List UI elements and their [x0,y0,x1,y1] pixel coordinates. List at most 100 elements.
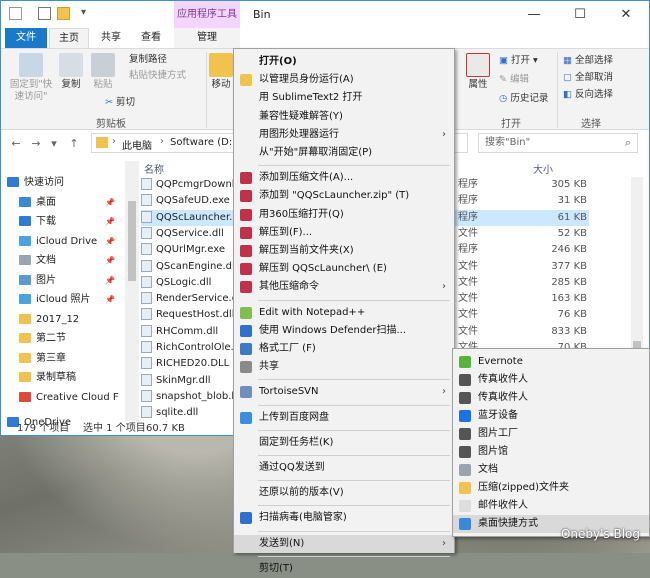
nav-item[interactable]: 桌面 📌 [1,193,139,212]
context-menu-item[interactable]: 共享 [234,358,454,376]
tab-share[interactable]: 共享 [93,28,129,48]
paste-button[interactable]: 粘贴 [89,53,117,91]
new-folder-qa-icon[interactable] [57,7,70,20]
invert-selection-button[interactable]: ◧ 反向选择 [563,88,613,102]
nav-item[interactable]: 图片 📌 [1,271,139,290]
column-header-name[interactable]: 名称 [144,161,164,176]
maximize-button[interactable]: ☐ [557,1,603,28]
context-menu-item[interactable]: 使用 Windows Defender扫描... [234,322,454,340]
history-button[interactable]: ◷ 历史记录 [499,92,548,106]
send-to-item[interactable]: 文档 [453,461,649,479]
menu-item-label: 用图形处理器运行 [259,128,339,140]
breadcrumb-drive[interactable]: Software (D:) [170,137,236,148]
back-button[interactable]: ← [9,136,23,152]
nav-item[interactable]: Creative Cloud F [1,388,139,407]
nav-item[interactable]: 2017_12 [1,310,139,329]
paste-shortcut-button[interactable]: 粘贴快捷方式 [129,69,186,83]
chevron-right-icon: › [442,537,446,549]
nav-item[interactable]: iCloud Drive 📌 [1,232,139,251]
select-all-button[interactable]: ▦ 全部选择 [563,54,613,68]
send-to-item[interactable]: 蓝牙设备 [453,407,649,425]
nav-scroll-thumb[interactable] [128,201,136,281]
send-to-item[interactable]: 传真收件人 [453,371,649,389]
ribbon-separator [557,52,558,128]
context-menu-item[interactable]: 通过QQ发送到 [234,459,454,477]
send-to-item-icon [459,500,471,512]
context-menu-item[interactable]: 剪切(T) [234,560,454,578]
copy-path-button[interactable]: 复制路径 [129,53,167,67]
tab-home[interactable]: 主页 [49,28,89,48]
properties-qa-icon[interactable] [38,7,51,20]
context-menu-item[interactable]: 用图形处理器运行 › [234,126,454,144]
send-to-item[interactable]: Evernote [453,353,649,371]
close-button[interactable]: ✕ [603,1,649,28]
recent-dropdown[interactable]: ▾ [47,136,61,152]
context-menu-item[interactable]: 添加到压缩文件(A)... [234,169,454,187]
copy-button[interactable]: 复制 [57,53,85,91]
context-menu-item[interactable]: 还原以前的版本(V) [234,484,454,502]
file-type: 文件 [458,325,478,337]
select-none-button[interactable]: ▢ 全部取消 [563,71,613,85]
nav-item[interactable]: 第三章 [1,349,139,368]
scissors-icon: ✂ [105,97,116,108]
qa-dropdown-icon[interactable]: ▾ [81,7,86,18]
context-menu-item[interactable]: Edit with Notepad++ [234,304,454,322]
nav-item[interactable]: 文档 📌 [1,251,139,270]
send-to-item[interactable]: 邮件收件人 [453,497,649,515]
send-to-item[interactable]: 传真收件人 [453,389,649,407]
menu-item-icon [240,226,252,239]
file-name: RequestHost.dll [156,309,235,321]
menu-item-icon [240,411,252,424]
file-type: 文件 [458,276,478,288]
send-to-item[interactable]: 压缩(zipped)文件夹 [453,479,649,497]
pin-quick-access-button[interactable]: 固定到"快 速访问" [7,53,55,103]
context-menu-item[interactable]: 解压到当前文件夹(X) [234,242,454,260]
context-menu-item[interactable]: 解压到 QQScLauncher\ (E) [234,260,454,278]
context-menu-item[interactable]: 兼容性疑难解答(Y) [234,108,454,126]
properties-button[interactable]: 属性 [463,53,493,91]
nav-item[interactable]: iCloud 照片 📌 [1,290,139,309]
context-menu-item[interactable]: 发送到(N) › [234,534,454,553]
open-button[interactable]: ▣ 打开 ▾ [499,54,538,68]
context-menu-item[interactable]: 其他压缩命令 › [234,278,454,296]
context-menu-item[interactable]: 以管理员身份运行(A) [234,71,454,89]
context-menu-item[interactable]: 上传到百度网盘 [234,409,454,427]
nav-item[interactable]: 快速访问 [1,173,127,192]
nav-scrollbar[interactable] [125,161,139,421]
context-menu-item[interactable]: 用 SublimeText2 打开 [234,89,454,107]
nav-item[interactable]: 下载 📌 [1,212,139,231]
tab-file[interactable]: 文件 [5,28,47,48]
context-menu-item[interactable]: 打开(O) [234,53,454,71]
file-icon [141,275,152,288]
nav-item-label: 录制草稿 [36,372,76,383]
context-menu-item[interactable]: TortoiseSVN › [234,383,454,401]
search-input[interactable]: 搜索"Bin" [478,133,638,153]
send-to-item[interactable]: 图片工厂 [453,425,649,443]
breadcrumb-this-pc[interactable]: 此电脑 [122,137,152,152]
send-to-item[interactable]: 图片馆 [453,443,649,461]
edit-button[interactable]: ✎ 编辑 [499,73,529,87]
menu-item-icon [240,190,252,203]
context-menu-item[interactable]: 从"开始"屏幕取消固定(P) [234,144,454,162]
context-menu-item[interactable]: 扫描病毒(电脑管家) [234,509,454,527]
tab-manage[interactable]: 管理 [174,28,240,48]
nav-item-icon [19,196,31,207]
tab-view[interactable]: 查看 [133,28,169,48]
cut-button[interactable]: ✂ 剪切 [105,96,135,110]
column-header-size[interactable]: 大小 [533,161,553,176]
context-menu-item[interactable]: 格式工厂 (F) [234,340,454,358]
context-menu-item[interactable]: 添加到 "QQScLauncher.zip" (T) [234,187,454,205]
nav-item[interactable]: 录制草稿 [1,368,139,387]
up-button[interactable]: ↑ [67,136,81,152]
context-menu-item[interactable]: 解压到(F)... [234,224,454,242]
context-menu-item[interactable]: 用360压缩打开(Q) [234,206,454,224]
history-label: 历史记录 [510,93,549,104]
forward-button[interactable]: → [29,136,43,152]
move-button[interactable]: 移动 [209,53,233,91]
minimize-button[interactable]: — [511,1,557,28]
send-to-item-label: 传真收件人 [478,374,528,385]
file-name: QQService.dll [156,227,224,239]
context-menu-item[interactable]: 固定到任务栏(K) [234,434,454,452]
nav-item[interactable]: 第二节 [1,329,139,348]
nav-item-label: 第二节 [36,333,66,344]
